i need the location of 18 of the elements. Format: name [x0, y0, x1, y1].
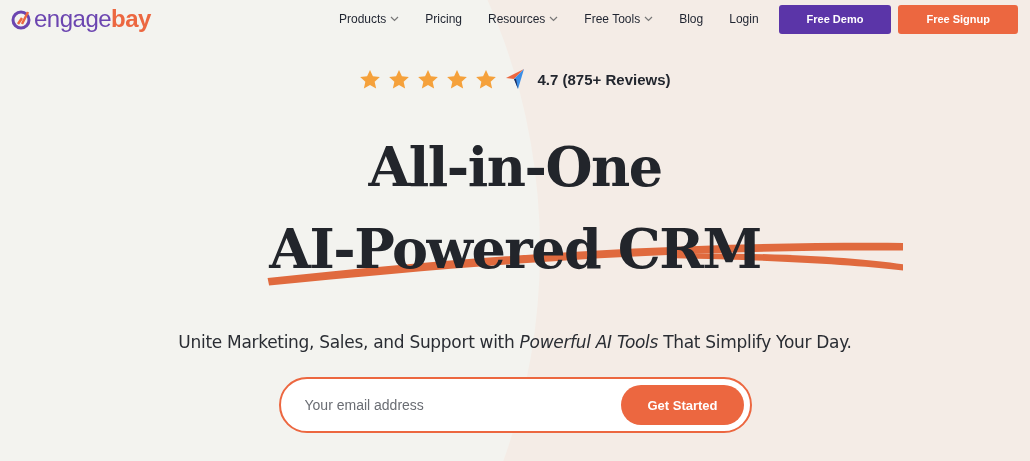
star-icon	[446, 68, 469, 90]
nav-link[interactable]: Blog	[679, 12, 704, 26]
nav-link[interactable]: Products	[338, 12, 400, 26]
star-icon	[417, 68, 440, 90]
headline: All-in-One	[368, 134, 662, 201]
email-field[interactable]: Your email address	[302, 396, 622, 414]
nav-link[interactable]: Login	[729, 12, 759, 26]
star-icon	[359, 68, 382, 90]
star-icon	[388, 68, 411, 90]
rating-text: 4.7 (875+ Reviews)	[537, 70, 671, 88]
nav-link[interactable]: Free Tools	[584, 12, 654, 26]
engagebay-logo[interactable]: engagebay	[10, 5, 151, 33]
nav-button[interactable]: Free Demo	[778, 4, 892, 34]
arrow-icon	[504, 68, 527, 90]
star-icon	[475, 68, 498, 90]
nav-link[interactable]: Resources	[488, 12, 559, 26]
subtitle: Unite Marketing, Sales, and Support with Powerful AI Tools That Simplify Your Day.	[178, 332, 852, 352]
nav-link[interactable]: Pricing	[425, 12, 462, 26]
